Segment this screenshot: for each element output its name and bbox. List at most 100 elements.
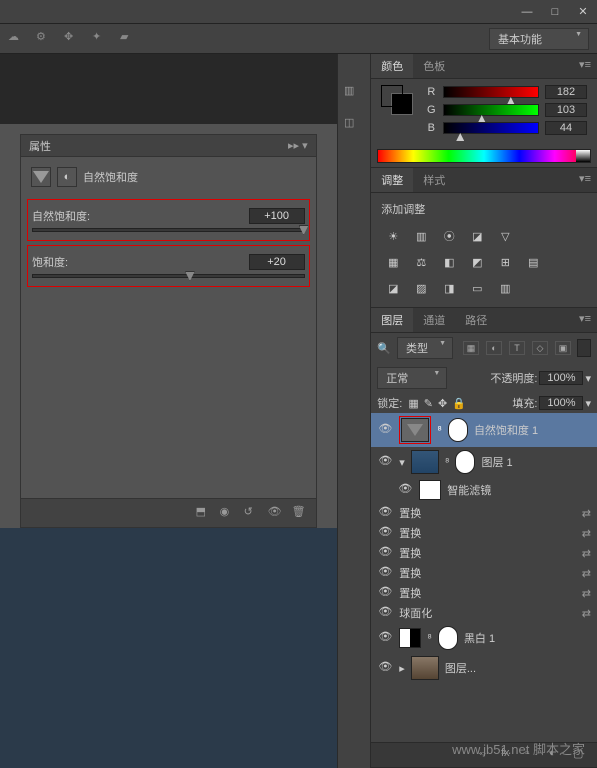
- tab-adjustments[interactable]: 调整: [371, 168, 413, 192]
- selective-color-icon[interactable]: ▥: [495, 279, 515, 297]
- prev-state-icon[interactable]: ◉: [220, 505, 236, 521]
- panel-menu-icon[interactable]: ▾≡: [573, 54, 597, 78]
- filter-text-icon[interactable]: T: [509, 341, 525, 355]
- filter-options-icon[interactable]: ⇄: [582, 527, 591, 540]
- filter-displace[interactable]: 👁置换⇄: [371, 583, 597, 603]
- gear-icon[interactable]: ⚙: [36, 30, 54, 48]
- channel-mixer-icon[interactable]: ⊞: [495, 253, 515, 271]
- layer-mask-thumb[interactable]: [438, 626, 458, 650]
- threshold-icon[interactable]: ◨: [439, 279, 459, 297]
- hue-icon[interactable]: ▦: [383, 253, 403, 271]
- color-spectrum[interactable]: [377, 149, 591, 163]
- layer-thumb[interactable]: [411, 450, 439, 474]
- lock-all-icon[interactable]: 🔒: [452, 397, 466, 410]
- eye-icon[interactable]: 👁: [377, 605, 393, 621]
- filter-options-icon[interactable]: ⇄: [582, 507, 591, 520]
- layer-bw[interactable]: 👁 ⁸ 黑白 1: [371, 623, 597, 653]
- fill-chevron-icon[interactable]: ▾: [585, 397, 591, 410]
- layer-mask-thumb[interactable]: [455, 450, 475, 474]
- gradient-map-icon[interactable]: ▭: [467, 279, 487, 297]
- layer-thumb[interactable]: [411, 656, 439, 680]
- filter-adj-icon[interactable]: ◐: [486, 341, 502, 355]
- eye-icon[interactable]: 👁: [397, 482, 413, 498]
- filter-spherize[interactable]: 👁球面化⇄: [371, 603, 597, 623]
- filter-options-icon[interactable]: ⇄: [582, 547, 591, 560]
- filter-type-dropdown[interactable]: 类型: [397, 337, 453, 359]
- exposure-icon[interactable]: ◪: [467, 227, 487, 245]
- b-slider[interactable]: [443, 122, 539, 134]
- filter-toggle[interactable]: [577, 339, 591, 357]
- filter-displace[interactable]: 👁置换⇄: [371, 503, 597, 523]
- vibrance-icon[interactable]: ▽: [495, 227, 515, 245]
- maximize-button[interactable]: □: [541, 2, 569, 22]
- g-input[interactable]: [545, 103, 587, 117]
- r-input[interactable]: [545, 85, 587, 99]
- eye-icon[interactable]: 👁: [377, 505, 393, 521]
- cube-icon[interactable]: ◫: [344, 116, 364, 136]
- clip-icon[interactable]: ⬒: [196, 505, 212, 521]
- layer-name[interactable]: 图层 1: [481, 454, 591, 470]
- visibility-icon[interactable]: 👁: [268, 505, 284, 521]
- balance-icon[interactable]: ⚖: [411, 253, 431, 271]
- blend-mode-dropdown[interactable]: 正常: [377, 367, 447, 389]
- eye-icon[interactable]: 👁: [377, 545, 393, 561]
- workspace-dropdown[interactable]: 基本功能: [489, 28, 589, 50]
- eye-icon[interactable]: 👁: [377, 585, 393, 601]
- filter-pixel-icon[interactable]: ▦: [463, 341, 479, 355]
- panel-menu-icon[interactable]: ▸▸ ▾: [288, 139, 308, 152]
- filter-displace[interactable]: 👁置换⇄: [371, 563, 597, 583]
- bw-icon[interactable]: ◧: [439, 253, 459, 271]
- layer-name[interactable]: 图层...: [445, 660, 591, 676]
- vibrance-input[interactable]: [249, 208, 305, 224]
- lock-transparent-icon[interactable]: ▦: [408, 397, 418, 410]
- close-button[interactable]: ✕: [569, 2, 597, 22]
- minimize-button[interactable]: —: [513, 2, 541, 22]
- posterize-icon[interactable]: ▨: [411, 279, 431, 297]
- star-icon[interactable]: ✦: [92, 30, 110, 48]
- tab-swatches[interactable]: 色板: [413, 54, 455, 78]
- eye-icon[interactable]: 👁: [377, 660, 393, 676]
- cloud-icon[interactable]: ☁: [8, 30, 26, 48]
- layer-layer1[interactable]: 👁 ▾ ⁸ 图层 1: [371, 447, 597, 477]
- filter-mask-thumb[interactable]: [419, 480, 441, 500]
- smart-filters-row[interactable]: 👁 智能滤镜: [371, 477, 597, 503]
- r-slider[interactable]: [443, 86, 539, 98]
- tab-channels[interactable]: 通道: [413, 308, 455, 332]
- layer-name[interactable]: 黑白 1: [464, 630, 591, 646]
- opacity-input[interactable]: [539, 371, 583, 385]
- eye-icon[interactable]: 👁: [377, 422, 393, 438]
- filter-smart-icon[interactable]: ▣: [555, 341, 571, 355]
- tab-styles[interactable]: 样式: [413, 168, 455, 192]
- filter-displace[interactable]: 👁置换⇄: [371, 523, 597, 543]
- tab-layers[interactable]: 图层: [371, 308, 413, 332]
- layer-vibrance[interactable]: 👁 ⁸ 自然饱和度 1: [371, 413, 597, 447]
- eye-icon[interactable]: 👁: [377, 630, 393, 646]
- reset-icon[interactable]: ↺: [244, 505, 260, 521]
- filter-search-icon[interactable]: 🔍: [377, 342, 391, 355]
- camera-icon[interactable]: ▰: [120, 30, 138, 48]
- g-slider[interactable]: [443, 104, 539, 116]
- lock-position-icon[interactable]: ✥: [438, 397, 447, 410]
- vibrance-slider[interactable]: [32, 228, 305, 232]
- invert-icon[interactable]: ◪: [383, 279, 403, 297]
- b-input[interactable]: [545, 121, 587, 135]
- saturation-slider[interactable]: [32, 274, 305, 278]
- lut-icon[interactable]: ▤: [523, 253, 543, 271]
- eye-icon[interactable]: 👁: [377, 454, 393, 470]
- eye-icon[interactable]: 👁: [377, 565, 393, 581]
- layer-image[interactable]: 👁 ▸ 图层...: [371, 653, 597, 683]
- foreground-swatch[interactable]: [381, 85, 403, 107]
- color-swatches[interactable]: [381, 85, 417, 113]
- photo-filter-icon[interactable]: ◩: [467, 253, 487, 271]
- panel-menu-icon[interactable]: ▾≡: [573, 168, 597, 192]
- opacity-chevron-icon[interactable]: ▾: [585, 372, 591, 385]
- panel-menu-icon[interactable]: ▾≡: [573, 308, 597, 332]
- trash-icon[interactable]: 🗑: [292, 505, 308, 521]
- tab-color[interactable]: 颜色: [371, 54, 413, 78]
- layer-mask-thumb[interactable]: [448, 418, 468, 442]
- filter-options-icon[interactable]: ⇄: [582, 607, 591, 620]
- filter-displace[interactable]: 👁置换⇄: [371, 543, 597, 563]
- tab-paths[interactable]: 路径: [455, 308, 497, 332]
- move-icon[interactable]: ✥: [64, 30, 82, 48]
- layer-name[interactable]: 自然饱和度 1: [474, 422, 591, 438]
